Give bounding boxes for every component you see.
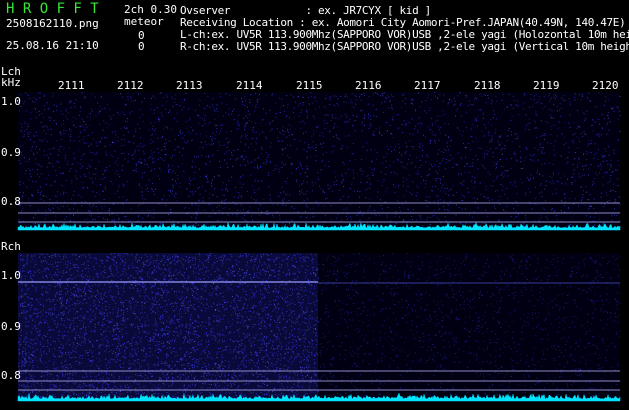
rch-y-label: 0.8 (1, 369, 21, 382)
rch-y-label: 0.9 (1, 320, 21, 333)
rch-active-region (18, 253, 318, 400)
lch-spectrogram (18, 92, 620, 229)
rch-label: Rch (1, 240, 21, 253)
rch-y-label: 1.0 (1, 269, 21, 282)
spectrogram-canvas (17, 92, 621, 402)
lch-y-label: 0.8 (1, 195, 21, 208)
lch-y-label: 1.0 (1, 95, 21, 108)
lch-y-label: 0.9 (1, 146, 21, 159)
